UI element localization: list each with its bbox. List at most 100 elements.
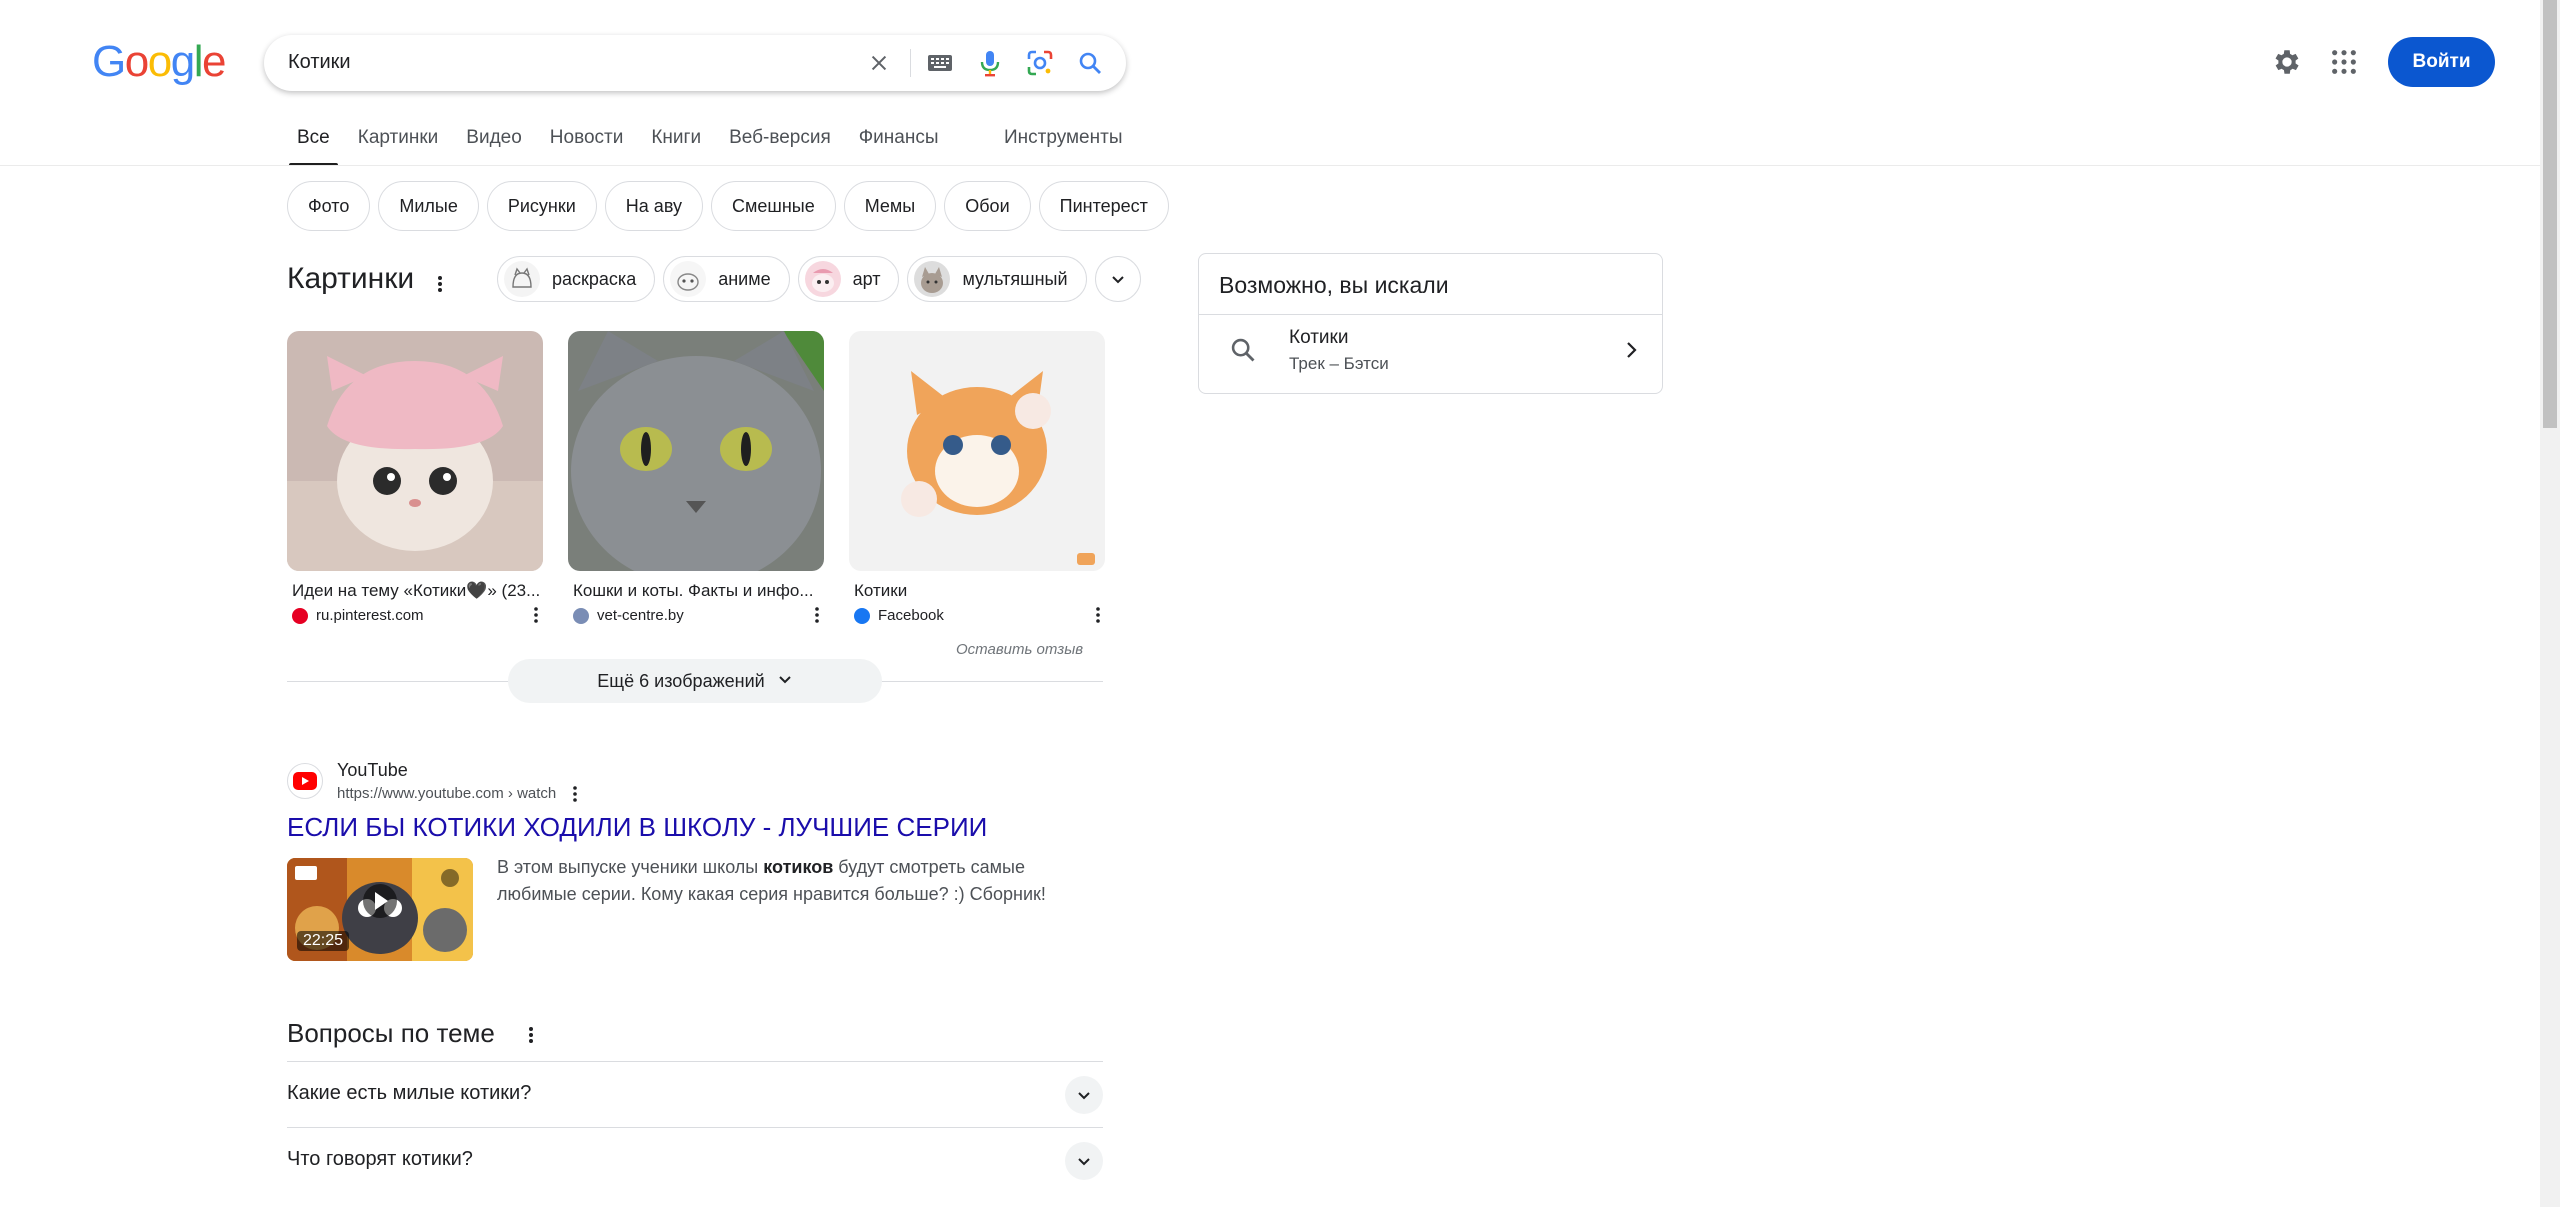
image-chip[interactable]: аниме xyxy=(663,256,790,302)
tab-6[interactable]: Финансы xyxy=(859,124,939,166)
filter-chip[interactable]: На аву xyxy=(604,181,703,231)
question-row[interactable]: Что говорят котики? xyxy=(287,1127,1103,1193)
chip-thumbnail xyxy=(504,261,540,297)
questions-menu-icon[interactable] xyxy=(524,1024,538,1046)
image-card[interactable]: Котики Facebook xyxy=(849,331,1105,624)
source-favicon-icon xyxy=(292,607,308,624)
result-site-name[interactable]: YouTube xyxy=(337,760,408,781)
image-caption[interactable]: Идеи на тему «Котики🖤» (23... xyxy=(287,581,543,601)
more-options-icon[interactable] xyxy=(812,605,822,625)
image-chip[interactable]: раскраска xyxy=(497,256,656,302)
filter-chip[interactable]: Обои xyxy=(944,181,1031,231)
image-card[interactable]: Идеи на тему «Котики🖤» (23... ru.pinteres… xyxy=(287,331,543,624)
tab-0[interactable]: Все xyxy=(289,124,338,166)
keyboard-icon[interactable] xyxy=(926,49,954,77)
panel-divider xyxy=(1199,314,1662,315)
apps-grid-icon[interactable] xyxy=(2330,48,2358,76)
microphone-icon[interactable] xyxy=(976,49,1004,77)
more-images-label: Ещё 6 изображений xyxy=(597,670,765,691)
search-icon xyxy=(1229,336,1257,364)
source-name: Facebook xyxy=(878,607,944,624)
image-filter-chips: раскраска аниме арт мультяшный xyxy=(497,256,1141,302)
chevron-right-icon[interactable] xyxy=(1619,338,1643,362)
panel-heading: Возможно, вы искали xyxy=(1219,272,1449,298)
youtube-favicon-icon[interactable] xyxy=(287,763,323,799)
chevron-down-icon[interactable] xyxy=(1065,1076,1103,1114)
logo-letter: l xyxy=(193,37,204,86)
snippet-keyword: котиков xyxy=(763,857,834,877)
tools-button[interactable]: Инструменты xyxy=(1004,124,1122,152)
chip-label: раскраска xyxy=(552,268,637,289)
result-title-link[interactable]: ЕСЛИ БЫ КОТИКИ ХОДИЛИ В ШКОЛУ - ЛУЧШИЕ С… xyxy=(287,812,987,843)
result-snippet: В этом выпуске ученики школы котиков буд… xyxy=(497,854,1107,908)
suggestion-name[interactable]: Котики xyxy=(1289,327,1348,349)
logo-letter: o xyxy=(147,37,172,86)
did-you-mean-panel: Возможно, вы искали Котики Трек – Бэтси xyxy=(1198,253,1663,394)
google-logo[interactable]: Google xyxy=(92,37,226,86)
source-name: vet-centre.by xyxy=(597,607,684,624)
search-box[interactable]: Котики xyxy=(264,35,1126,91)
video-duration: 22:25 xyxy=(297,931,350,951)
video-thumbnail[interactable]: 22:25 xyxy=(287,858,473,961)
image-source[interactable]: ru.pinterest.com xyxy=(287,607,543,624)
result-menu-icon[interactable] xyxy=(570,784,580,804)
chevron-down-icon[interactable] xyxy=(1094,256,1141,302)
tab-2[interactable]: Видео xyxy=(466,124,522,166)
filter-chip[interactable]: Смешные xyxy=(711,181,836,231)
search-input[interactable]: Котики xyxy=(288,51,351,74)
image-caption[interactable]: Кошки и коты. Факты и инфо... xyxy=(568,581,824,601)
lens-icon[interactable] xyxy=(1026,49,1054,77)
logo-letter: o xyxy=(124,37,149,86)
filter-chip[interactable]: Фото xyxy=(287,181,371,231)
feedback-link[interactable]: Оставить отзыв xyxy=(956,641,1083,658)
question-text: Что говорят котики? xyxy=(287,1148,473,1170)
more-options-icon[interactable] xyxy=(531,605,541,625)
more-options-icon[interactable] xyxy=(1093,605,1103,625)
filter-chip[interactable]: Пинтерест xyxy=(1038,181,1169,231)
image-chip[interactable]: арт xyxy=(797,256,900,302)
image-card[interactable]: Кошки и коты. Факты и инфо... vet-centre.… xyxy=(568,331,824,624)
result-url[interactable]: https://www.youtube.com › watch xyxy=(337,785,556,802)
tab-1[interactable]: Картинки xyxy=(358,124,439,166)
images-menu-icon[interactable] xyxy=(432,272,448,296)
signin-button[interactable]: Войти xyxy=(2388,37,2495,87)
chevron-down-icon xyxy=(777,671,793,692)
chip-label: аниме xyxy=(718,268,771,289)
more-images-button[interactable]: Ещё 6 изображений xyxy=(508,659,882,703)
suggestion-subtitle: Трек – Бэтси xyxy=(1289,354,1389,373)
tab-3[interactable]: Новости xyxy=(550,124,624,166)
search-tabs: Все Картинки Видео Новости Книги Веб-версия Фи… xyxy=(287,124,967,166)
images-title: Картинки xyxy=(287,262,415,295)
logo-letter: g xyxy=(170,37,195,86)
divider xyxy=(910,49,911,77)
image-source[interactable]: vet-centre.by xyxy=(568,607,824,624)
snippet-text: В этом выпуске ученики школы xyxy=(497,857,764,877)
chip-label: арт xyxy=(852,268,881,289)
filter-chip[interactable]: Мемы xyxy=(843,181,937,231)
chip-thumbnail xyxy=(804,261,841,297)
tab-5[interactable]: Веб-версия xyxy=(729,124,831,166)
logo-letter: G xyxy=(92,37,126,86)
image-source[interactable]: Facebook xyxy=(849,607,1105,624)
filter-chip[interactable]: Рисунки xyxy=(486,181,597,231)
image-cards: Идеи на тему «Котики🖤» (23... ru.pinteres… xyxy=(287,331,1105,624)
header-divider xyxy=(0,165,2540,166)
question-row[interactable]: Какие есть милые котики? xyxy=(287,1061,1103,1127)
clear-icon[interactable] xyxy=(865,49,893,77)
questions-title: Вопросы по теме xyxy=(287,1018,495,1048)
filter-chip[interactable]: Милые xyxy=(378,181,479,231)
search-icon[interactable] xyxy=(1076,49,1104,77)
image-thumbnail[interactable] xyxy=(568,331,824,571)
image-chip[interactable]: мультяшный xyxy=(907,256,1087,302)
source-name: ru.pinterest.com xyxy=(316,607,424,624)
chevron-down-icon[interactable] xyxy=(1065,1142,1103,1180)
logo-letter: e xyxy=(201,37,226,86)
source-favicon-icon xyxy=(854,607,870,624)
settings-gear-icon[interactable] xyxy=(2271,46,2303,78)
image-thumbnail[interactable] xyxy=(287,331,543,571)
image-thumbnail[interactable] xyxy=(849,331,1105,571)
chip-thumbnail xyxy=(670,261,707,297)
tab-4[interactable]: Книги xyxy=(651,124,701,166)
scrollbar-thumb[interactable] xyxy=(2543,0,2557,428)
image-caption[interactable]: Котики xyxy=(849,581,1105,601)
